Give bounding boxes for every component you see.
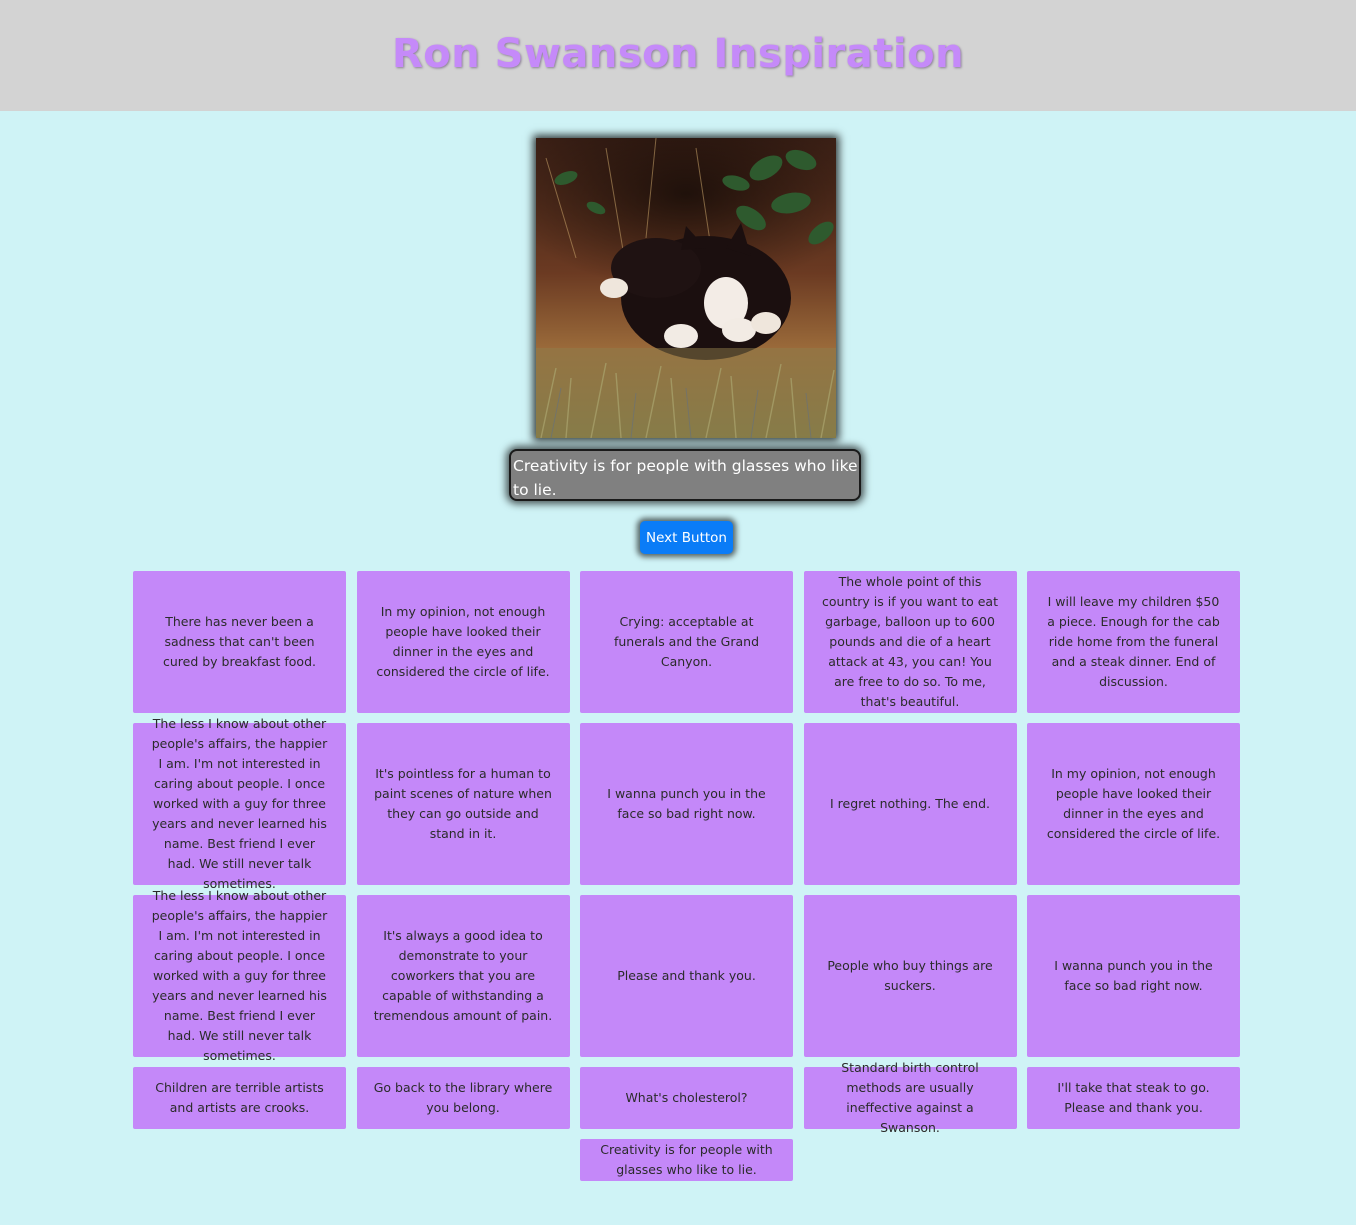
quote-card[interactable]: People who buy things are suckers. bbox=[803, 895, 1017, 1057]
quote-card[interactable]: In my opinion, not enough people have lo… bbox=[1027, 723, 1240, 885]
cat-photo-image bbox=[536, 138, 836, 438]
quote-card[interactable]: I'll take that steak to go. Please and t… bbox=[1027, 1067, 1240, 1129]
quote-card[interactable]: There has never been a sadness that can'… bbox=[133, 571, 346, 713]
quote-card[interactable]: I wanna punch you in the face so bad rig… bbox=[1027, 895, 1240, 1057]
quote-card[interactable]: I wanna punch you in the face so bad rig… bbox=[580, 723, 793, 885]
quote-card[interactable]: Standard birth control methods are usual… bbox=[803, 1060, 1017, 1135]
quote-card[interactable]: Crying: acceptable at funerals and the G… bbox=[580, 571, 793, 713]
quote-card[interactable]: What's cholesterol? bbox=[580, 1067, 793, 1129]
quote-card[interactable]: I will leave my children $50 a piece. En… bbox=[1027, 571, 1240, 713]
page-title: Ron Swanson Inspiration bbox=[391, 30, 965, 77]
cat-photo bbox=[536, 138, 836, 438]
page-header: Ron Swanson Inspiration bbox=[0, 0, 1356, 111]
quote-card[interactable]: It's always a good idea to demonstrate t… bbox=[356, 895, 570, 1057]
quote-card[interactable]: The whole point of this country is if yo… bbox=[803, 571, 1017, 713]
quote-card[interactable]: In my opinion, not enough people have lo… bbox=[356, 571, 570, 713]
quote-card[interactable]: Children are terrible artists and artist… bbox=[133, 1067, 346, 1129]
quote-card[interactable]: The less I know about other people's aff… bbox=[133, 888, 346, 1063]
next-button[interactable]: Next Button bbox=[640, 521, 733, 554]
quote-card[interactable]: I regret nothing. The end. bbox=[803, 723, 1017, 885]
quote-card[interactable]: Please and thank you. bbox=[580, 895, 793, 1057]
quote-card[interactable]: Go back to the library where you belong. bbox=[356, 1067, 570, 1129]
quote-card[interactable]: It's pointless for a human to paint scen… bbox=[356, 723, 570, 885]
quote-card[interactable]: Creativity is for people with glasses wh… bbox=[580, 1139, 793, 1181]
current-quote: Creativity is for people with glasses wh… bbox=[509, 449, 861, 501]
quote-card[interactable]: The less I know about other people's aff… bbox=[133, 716, 346, 891]
quote-grid: There has never been a sadness that can'… bbox=[133, 571, 1240, 1181]
